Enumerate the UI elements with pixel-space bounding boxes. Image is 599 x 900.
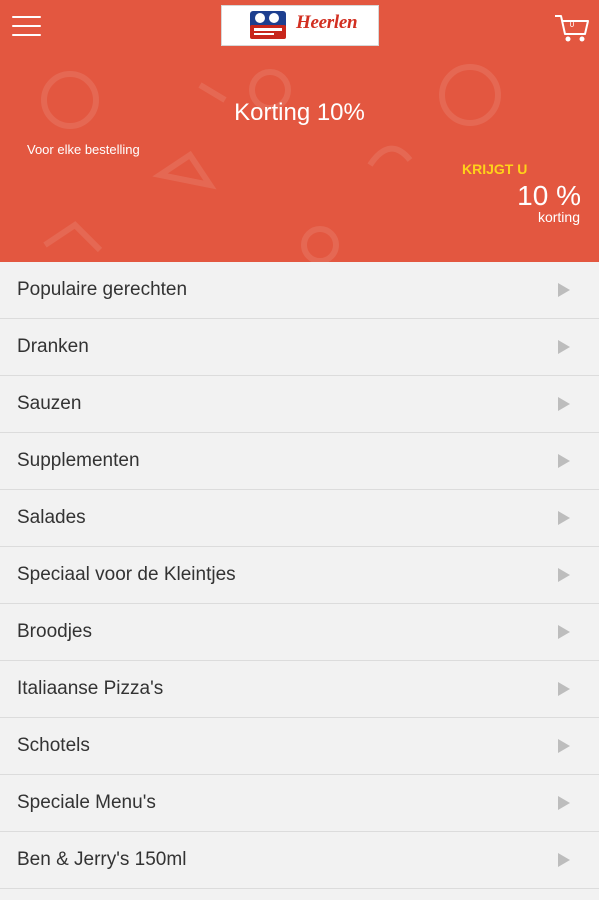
category-label: Salades (17, 507, 86, 528)
category-item[interactable]: Speciale Menu's (0, 775, 599, 832)
category-label: Sauzen (17, 393, 82, 414)
category-item[interactable]: Dranken (0, 319, 599, 376)
category-item[interactable]: Italiaanse Pizza's (0, 661, 599, 718)
banner-subtitle: Voor elke bestelling (27, 142, 140, 157)
category-item[interactable]: Broodjes (0, 604, 599, 661)
discount-banner: Korting 10% Voor elke bestelling KRIJGT … (0, 55, 599, 262)
category-item[interactable]: Speciaal voor de Kleintjes (0, 547, 599, 604)
top-bar: Heerlen 0 (0, 0, 599, 55)
discount-percentage: 10 % (517, 180, 581, 211)
cart-count-badge: 0 (569, 20, 575, 29)
category-label: Ben & Jerry's 150ml (17, 849, 187, 870)
discount-label: korting (537, 209, 580, 225)
chevron-right-icon (558, 739, 570, 753)
chevron-right-icon (558, 283, 570, 297)
chevron-right-icon (558, 853, 570, 867)
chevron-right-icon (558, 397, 570, 411)
category-list: Populaire gerechten Dranken Sauzen Suppl… (0, 262, 599, 889)
krijgt-label: KRIJGT U (462, 161, 528, 177)
chevron-right-icon (558, 682, 570, 696)
category-label: Dranken (17, 336, 89, 357)
category-label: Supplementen (17, 450, 140, 471)
category-label: Speciaal voor de Kleintjes (17, 564, 236, 585)
banner-title: Korting 10% (234, 99, 365, 126)
shopping-cart-icon[interactable]: 0 (553, 12, 591, 44)
category-item[interactable]: Ben & Jerry's 150ml (0, 832, 599, 889)
chevron-right-icon (558, 340, 570, 354)
chevron-right-icon (558, 511, 570, 525)
category-label: Schotels (17, 735, 90, 756)
category-label: Populaire gerechten (17, 279, 188, 300)
chevron-right-icon (558, 454, 570, 468)
category-item[interactable]: Supplementen (0, 433, 599, 490)
logo-text: Heerlen (296, 12, 358, 33)
hamburger-menu-icon[interactable] (12, 14, 42, 38)
category-item[interactable]: Populaire gerechten (0, 262, 599, 319)
category-label: Italiaanse Pizza's (17, 678, 164, 699)
restaurant-logo[interactable]: Heerlen (221, 5, 379, 46)
category-item[interactable]: Sauzen (0, 376, 599, 433)
food-pattern-background (41, 64, 501, 262)
logo-badge-icon (250, 11, 286, 39)
chevron-right-icon (558, 625, 570, 639)
category-item[interactable]: Salades (0, 490, 599, 547)
category-item[interactable]: Schotels (0, 718, 599, 775)
category-label: Broodjes (17, 621, 92, 642)
chevron-right-icon (558, 568, 570, 582)
chevron-right-icon (558, 796, 570, 810)
category-label: Speciale Menu's (17, 792, 156, 813)
